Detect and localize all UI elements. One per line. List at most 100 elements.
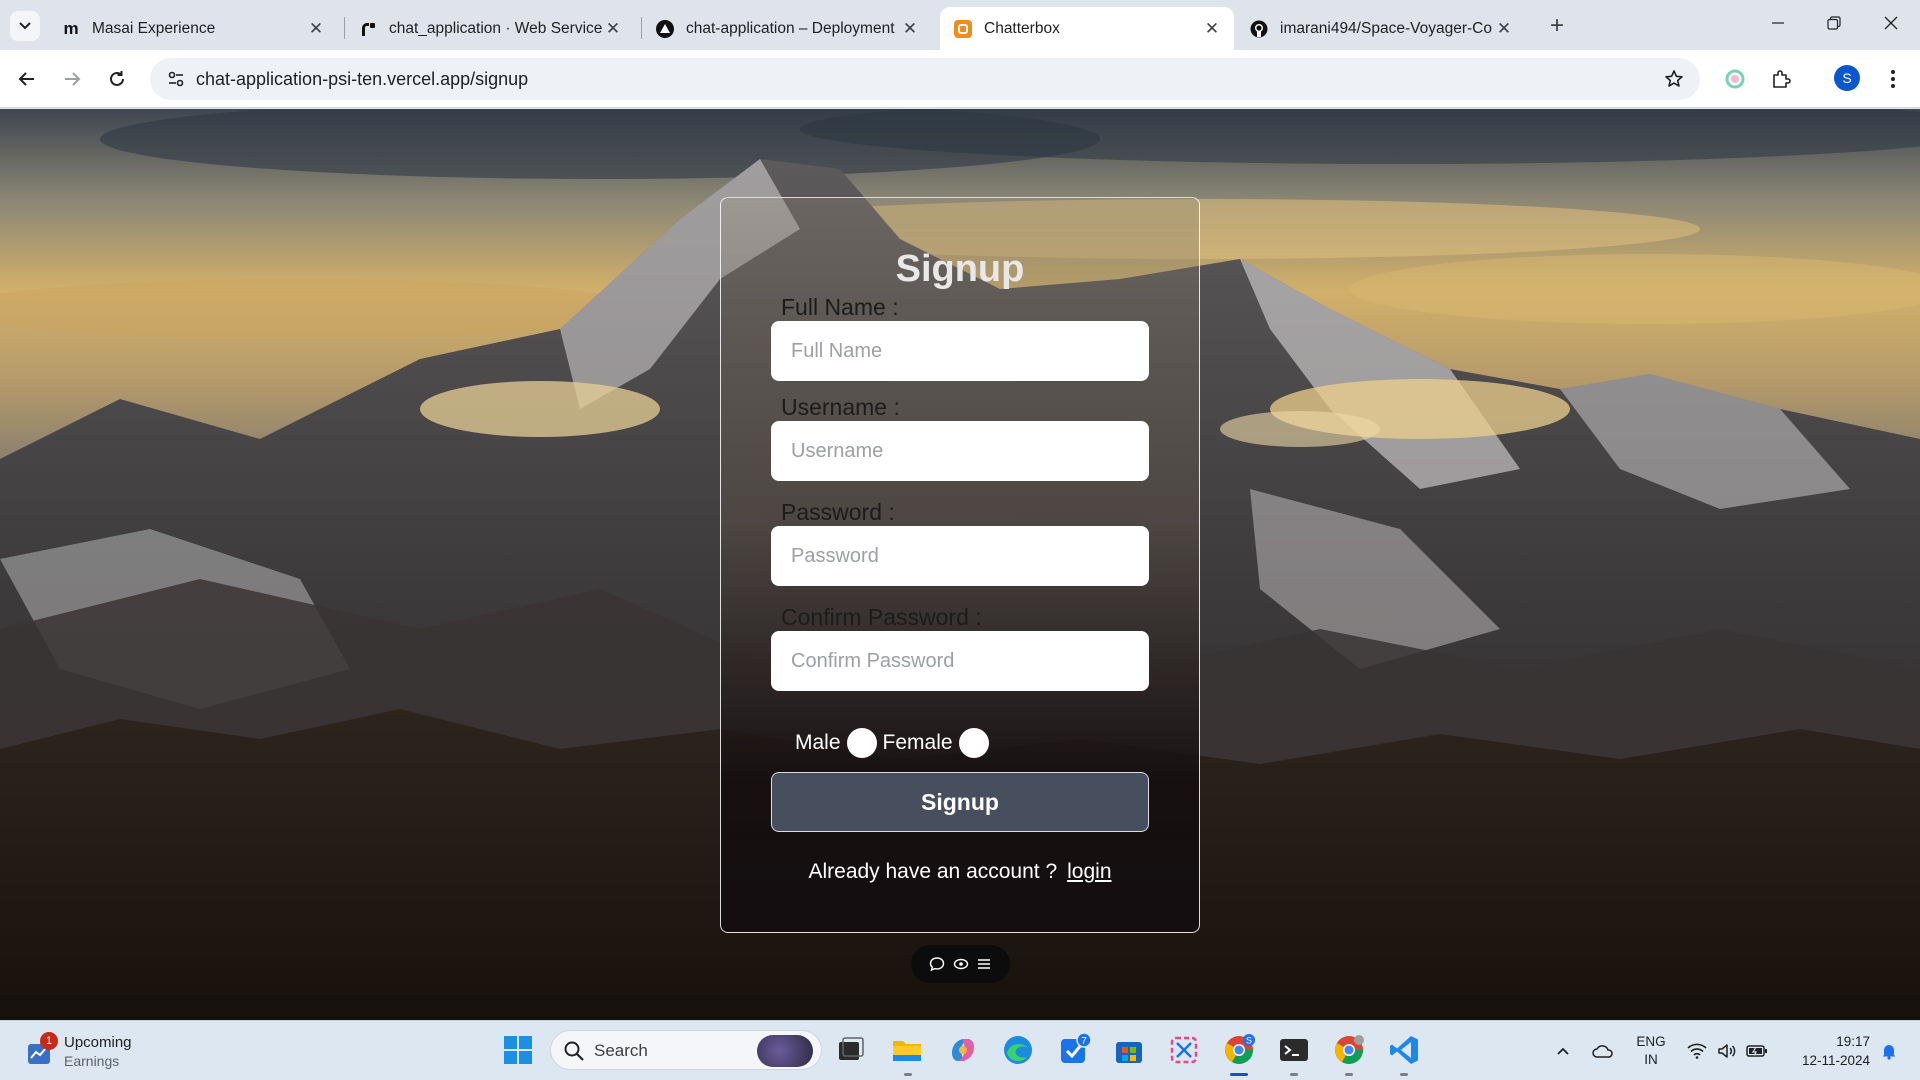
page-viewport: Signup Full Name : Username : Password :…	[0, 109, 1920, 1020]
full-name-input[interactable]	[771, 321, 1149, 381]
chatterbox-icon	[954, 19, 972, 38]
tab-title: Chatterbox	[984, 19, 1060, 37]
arrow-left-icon	[18, 72, 34, 86]
chevron-up-icon	[1557, 1047, 1569, 1055]
notifications-button[interactable]	[1874, 1021, 1904, 1080]
page-title: Signup	[895, 248, 1025, 290]
menu-button[interactable]	[1875, 61, 1911, 97]
browser-toolbar: chat-application-psi-ten.vercel.app/sign…	[0, 50, 1920, 108]
system-clock[interactable]: 19:17 12-11-2024	[1784, 1032, 1870, 1070]
copilot-icon[interactable]	[946, 1033, 980, 1067]
windows-start-icon[interactable]	[501, 1033, 535, 1067]
vscode-icon[interactable]	[1387, 1033, 1421, 1067]
close-icon[interactable]: ✕	[306, 19, 326, 39]
speaker-icon	[1718, 1044, 1736, 1058]
close-window-button[interactable]	[1868, 0, 1914, 46]
forward-button[interactable]	[54, 61, 90, 97]
confirm-password-input[interactable]	[771, 631, 1149, 691]
back-button[interactable]	[9, 61, 45, 97]
reload-button[interactable]	[99, 61, 135, 97]
language-indicator[interactable]: ENG IN	[1636, 1033, 1666, 1069]
female-radio[interactable]	[958, 728, 989, 758]
tab-strip: m Masai Experience ✕ chat_application · …	[0, 0, 1920, 50]
extensions-button[interactable]	[1763, 61, 1799, 97]
widget-subtitle: Earnings	[64, 1053, 120, 1069]
close-icon[interactable]: ✕	[1202, 19, 1222, 39]
bookmark-star-icon[interactable]	[1658, 63, 1690, 95]
password-label: Password :	[781, 499, 895, 525]
todo-icon[interactable]: 7	[1057, 1032, 1092, 1067]
network-button[interactable]	[1682, 1021, 1712, 1080]
onedrive-button[interactable]	[1586, 1021, 1620, 1080]
tab-github[interactable]: imarani494/Space-Voyager-Co ✕	[1236, 7, 1526, 50]
password-input[interactable]	[771, 526, 1149, 586]
wifi-icon	[1687, 1043, 1707, 1059]
todo-badge: 7	[1081, 1036, 1087, 1047]
running-indicator	[904, 1073, 912, 1076]
tab-title: chat-application – Deployment	[686, 19, 895, 37]
github-icon	[1250, 20, 1268, 38]
widgets-button[interactable]: 1 Upcoming Earnings	[26, 1032, 132, 1071]
username-label: Username :	[781, 394, 900, 420]
bell-icon	[1882, 1045, 1896, 1060]
search-icon	[564, 1041, 584, 1061]
clock-time: 19:17	[1836, 1034, 1870, 1049]
new-tab-button[interactable]: +	[1542, 11, 1572, 41]
more-vertical-icon	[1891, 70, 1895, 88]
render-icon	[359, 20, 377, 38]
tab-vercel[interactable]: chat-application – Deployment ✕	[642, 7, 932, 50]
show-hidden-icons-button[interactable]	[1548, 1021, 1578, 1080]
address-bar[interactable]: chat-application-psi-ten.vercel.app/sign…	[150, 58, 1700, 100]
profile-avatar[interactable]: S	[1834, 65, 1860, 91]
file-explorer-icon[interactable]	[890, 1033, 924, 1067]
snipping-tool-icon[interactable]	[1167, 1033, 1201, 1067]
tab-render[interactable]: chat_application · Web Service ✕	[345, 7, 635, 50]
chrome-profile-badge: S	[1246, 1036, 1252, 1046]
language-code: ENG	[1636, 1034, 1666, 1049]
site-settings-icon[interactable]	[160, 63, 192, 95]
tab-title: Masai Experience	[92, 19, 216, 37]
signup-card: Signup Full Name : Username : Password :…	[720, 197, 1200, 933]
female-label: Female	[882, 731, 953, 754]
taskbar-search-box[interactable]: Search	[550, 1030, 822, 1070]
task-view-icon[interactable]	[834, 1033, 868, 1067]
edge-icon[interactable]	[1001, 1033, 1035, 1067]
chrome-icon[interactable]: S	[1222, 1033, 1256, 1067]
volume-button[interactable]	[1712, 1021, 1742, 1080]
tab-title: imarani494/Space-Voyager-Co	[1280, 19, 1492, 37]
eye-icon[interactable]	[953, 956, 969, 972]
login-prompt: Already have an account ? login	[721, 860, 1199, 884]
microsoft-store-icon[interactable]	[1112, 1033, 1146, 1067]
restore-button[interactable]	[1811, 0, 1857, 46]
account-prompt-text: Already have an account ?	[808, 860, 1058, 883]
tab-masai[interactable]: m Masai Experience ✕	[48, 7, 338, 50]
chrome-icon[interactable]	[1332, 1033, 1366, 1067]
male-radio[interactable]	[846, 728, 877, 758]
close-icon[interactable]: ✕	[1494, 19, 1514, 39]
menu-icon[interactable]	[976, 956, 992, 972]
vercel-icon	[656, 19, 674, 38]
battery-button[interactable]	[1742, 1021, 1772, 1080]
clock-date: 12-11-2024	[1801, 1053, 1870, 1068]
restore-icon	[1827, 16, 1841, 30]
login-link[interactable]: login	[1067, 860, 1111, 883]
terminal-icon[interactable]	[1277, 1033, 1311, 1067]
arrow-right-icon	[65, 72, 81, 86]
tab-chatterbox[interactable]: Chatterbox ✕	[940, 7, 1234, 50]
extension-ring-icon	[1725, 69, 1745, 89]
notification-badge: 1	[40, 1032, 58, 1050]
chat-bubble-icon[interactable]	[929, 956, 945, 972]
cloud-icon	[1592, 1045, 1613, 1058]
signup-button[interactable]: Signup	[771, 772, 1149, 832]
close-icon[interactable]: ✕	[900, 19, 920, 39]
url-text: chat-application-psi-ten.vercel.app/sign…	[196, 69, 529, 89]
username-input[interactable]	[771, 421, 1149, 481]
close-icon[interactable]: ✕	[603, 19, 623, 39]
tab-title: chat_application · Web Service	[389, 19, 603, 37]
extension-button[interactable]	[1717, 61, 1753, 97]
minimize-button[interactable]	[1755, 0, 1801, 46]
tab-search-button[interactable]	[10, 11, 40, 41]
reload-icon	[110, 71, 124, 86]
close-icon	[1884, 16, 1898, 30]
active-indicator	[1230, 1073, 1248, 1076]
